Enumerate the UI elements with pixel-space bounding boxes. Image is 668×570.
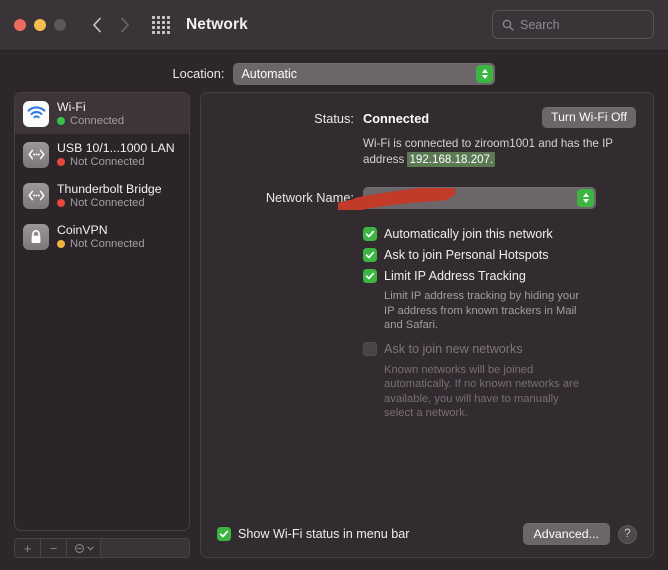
service-name: USB 10/1...1000 LAN xyxy=(57,141,175,155)
sidebar-item-text: Wi-Fi Connected xyxy=(57,100,124,127)
wifi-options: Automatically join this network Ask to j… xyxy=(217,223,637,427)
location-label: Location: xyxy=(172,66,225,81)
ip-address-highlight: 192.168.18.207. xyxy=(407,151,496,167)
sidebar-item-text: USB 10/1...1000 LAN Not Connected xyxy=(57,141,175,168)
search-icon xyxy=(502,19,514,31)
network-name-label: Network Name: xyxy=(265,190,354,205)
checkbox-label: Automatically join this network xyxy=(384,226,553,241)
status-dot-amber xyxy=(57,240,65,248)
status-description: Wi-Fi is connected to ziroom1001 and has… xyxy=(363,136,615,167)
chevron-down-icon xyxy=(86,545,94,550)
sidebar-toolbar-filler xyxy=(101,539,189,557)
stepper-icon[interactable] xyxy=(476,64,494,83)
ethernet-icon xyxy=(23,141,49,168)
checkbox-label: Limit IP Address Tracking xyxy=(384,268,526,283)
service-status: Not Connected xyxy=(57,197,162,209)
page-title: Network xyxy=(186,16,248,33)
status-dot-red xyxy=(57,158,65,166)
navigation-arrows xyxy=(86,12,136,38)
search-placeholder: Search xyxy=(520,17,560,32)
wifi-settings-panel: Status: Connected Wi-Fi is connected to … xyxy=(200,92,654,558)
wifi-icon xyxy=(23,100,49,127)
ethernet-icon xyxy=(23,182,49,209)
location-dropdown[interactable]: Automatic xyxy=(233,62,496,85)
back-button[interactable] xyxy=(86,12,108,38)
stepper-icon[interactable] xyxy=(577,189,594,207)
help-button[interactable]: ? xyxy=(618,524,637,544)
status-text: Not Connected xyxy=(70,197,145,209)
location-value: Automatic xyxy=(241,66,298,81)
panel-footer: Show Wi-Fi status in menu bar Advanced..… xyxy=(217,523,637,545)
forward-button[interactable] xyxy=(114,12,136,38)
location-row: Location: Automatic xyxy=(0,51,668,92)
service-status: Not Connected xyxy=(57,156,175,168)
service-name: CoinVPN xyxy=(57,223,108,237)
checkbox-label: Ask to join Personal Hotspots xyxy=(384,247,549,262)
network-name-dropdown[interactable]: ziroom1001 xyxy=(363,187,596,209)
service-list: Wi-Fi Connected USB 10/1...1000 LAN Not … xyxy=(14,92,190,531)
ask-join-new-networks-help: Known networks will be joined automatica… xyxy=(384,363,580,420)
service-actions-button[interactable] xyxy=(67,539,101,557)
status-text: Not Connected xyxy=(70,156,145,168)
chevron-right-icon xyxy=(121,17,129,33)
status-dot-red xyxy=(57,199,65,207)
minimize-button[interactable] xyxy=(34,19,46,31)
checkbox-box[interactable] xyxy=(363,268,377,283)
checkbox-personal-hotspots[interactable]: Ask to join Personal Hotspots xyxy=(363,244,637,265)
checkbox-box[interactable] xyxy=(363,342,377,356)
limit-ip-tracking-help: Limit IP address tracking by hiding your… xyxy=(384,290,580,331)
sidebar-wrapper: Wi-Fi Connected USB 10/1...1000 LAN Not … xyxy=(14,92,190,558)
checkmark-icon xyxy=(365,230,375,237)
network-name-field: ziroom1001 xyxy=(363,187,637,209)
turn-wifi-off-button[interactable]: Turn Wi-Fi Off xyxy=(542,107,636,128)
status-text: Not Connected xyxy=(70,238,145,250)
sidebar-toolbar: + − xyxy=(14,538,190,558)
checkmark-icon xyxy=(365,251,375,258)
checkbox-box[interactable] xyxy=(363,226,377,241)
checkbox-box[interactable] xyxy=(217,527,231,541)
checkbox-limit-ip-tracking[interactable]: Limit IP Address Tracking xyxy=(363,265,637,286)
service-status: Not Connected xyxy=(57,238,145,250)
lock-icon xyxy=(23,223,49,250)
sidebar-item-text: Thunderbolt Bridge Not Connected xyxy=(57,182,162,209)
network-preferences-window: Network Search Location: Automatic Wi-Fi… xyxy=(0,0,668,570)
checkbox-ask-join-new-networks[interactable]: Ask to join new networks xyxy=(363,339,637,360)
content-body: Wi-Fi Connected USB 10/1...1000 LAN Not … xyxy=(0,92,668,570)
sidebar-item-wifi[interactable]: Wi-Fi Connected xyxy=(15,93,189,134)
status-text: Connected xyxy=(70,115,125,127)
checkbox-auto-join[interactable]: Automatically join this network xyxy=(363,223,637,244)
status-dot-green xyxy=(57,117,65,125)
title-bar: Network Search xyxy=(0,0,668,51)
add-service-button[interactable]: + xyxy=(15,539,41,557)
checkmark-icon xyxy=(219,530,229,538)
apps-grid-icon[interactable] xyxy=(150,14,172,36)
checkbox-label: Ask to join new networks xyxy=(384,342,523,356)
service-name: Thunderbolt Bridge xyxy=(57,182,162,196)
service-name: Wi-Fi xyxy=(57,100,86,114)
checkbox-label: Show Wi-Fi status in menu bar xyxy=(238,527,410,541)
remove-service-button[interactable]: − xyxy=(41,539,67,557)
sidebar-item-text: CoinVPN Not Connected xyxy=(57,223,145,250)
close-button[interactable] xyxy=(14,19,26,31)
search-field[interactable]: Search xyxy=(492,10,654,39)
checkbox-show-wifi-status[interactable]: Show Wi-Fi status in menu bar xyxy=(217,527,409,541)
sidebar-item-thunderbolt-bridge[interactable]: Thunderbolt Bridge Not Connected xyxy=(15,175,189,216)
traffic-lights xyxy=(14,19,66,31)
status-label: Status: xyxy=(314,111,354,126)
chevron-left-icon xyxy=(93,17,101,33)
checkmark-icon xyxy=(365,272,375,279)
checkbox-box[interactable] xyxy=(363,247,377,262)
gear-icon xyxy=(74,543,84,553)
advanced-button[interactable]: Advanced... xyxy=(522,523,610,545)
sidebar-item-coinvpn[interactable]: CoinVPN Not Connected xyxy=(15,216,189,257)
sidebar-item-usb-lan[interactable]: USB 10/1...1000 LAN Not Connected xyxy=(15,134,189,175)
network-name-row: Network Name: ziroom1001 xyxy=(217,187,637,209)
service-status: Connected xyxy=(57,115,124,127)
maximize-button[interactable] xyxy=(54,19,66,31)
